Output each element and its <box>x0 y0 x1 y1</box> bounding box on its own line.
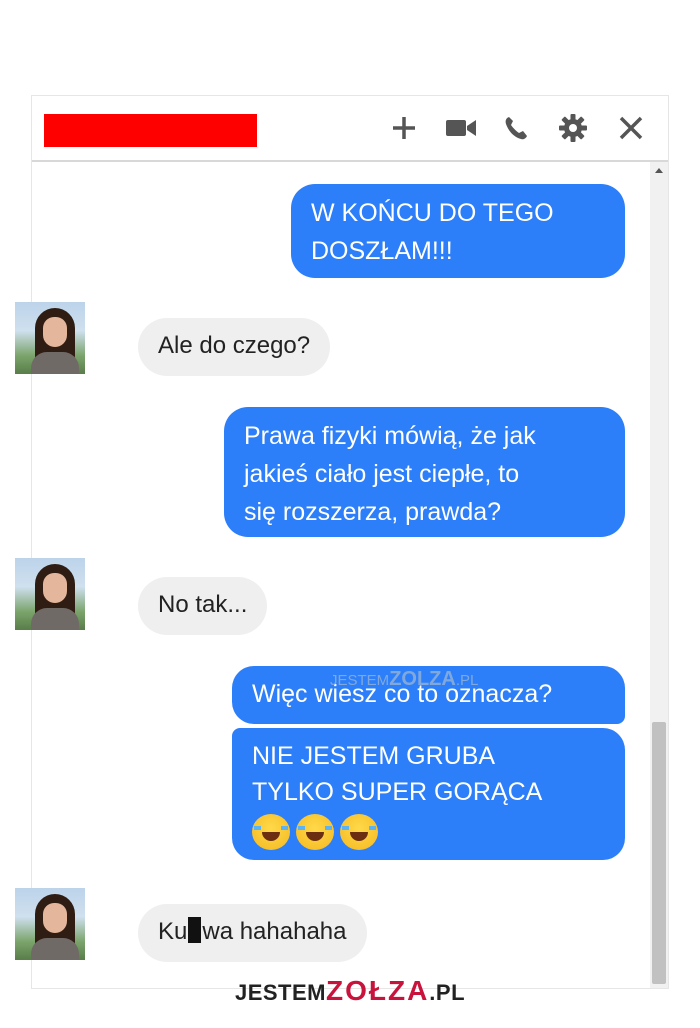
incoming-message: Ku wa hahahaha <box>138 904 367 962</box>
scrollbar-thumb[interactable] <box>652 722 666 984</box>
message-text: Ale do czego? <box>158 332 311 359</box>
outgoing-message: Prawa fizyki mówią, że jak jakieś ciało … <box>224 407 625 537</box>
message-line: się rozszerza, prawda? <box>244 498 502 526</box>
message-line: DOSZŁAM!!! <box>311 237 453 265</box>
scrollbar[interactable] <box>650 162 668 988</box>
laughing-tears-emoji-icon <box>252 814 290 850</box>
incoming-message: No tak... <box>138 577 268 635</box>
incoming-message: Ale do czego? <box>138 318 331 376</box>
close-icon[interactable] <box>614 113 648 143</box>
watermark: JESTEMZOLZA.PL <box>330 668 479 690</box>
message-text-start: Ku <box>158 918 188 945</box>
site-logo: JESTEMZOŁZA.PL <box>234 975 466 1006</box>
message-line: Prawa fizyki mówią, że jak <box>244 422 536 450</box>
video-call-icon[interactable] <box>444 113 478 143</box>
outgoing-message: W KOŃCU DO TEGO DOSZŁAM!!! <box>291 184 625 278</box>
censor-block <box>188 917 202 943</box>
laughing-tears-emoji-icon <box>296 814 334 850</box>
contact-name-redacted <box>44 114 257 147</box>
message-line: NIE JESTEM GRUBA <box>252 742 496 770</box>
contact-avatar[interactable] <box>15 558 85 630</box>
message-line: W KOŃCU DO TEGO <box>311 199 554 227</box>
phone-call-icon[interactable] <box>499 113 533 143</box>
laughing-tears-emoji-icon <box>340 814 378 850</box>
message-line: jakieś ciało jest ciepłe, to <box>244 460 520 488</box>
scroll-up-arrow-icon[interactable] <box>655 168 663 173</box>
message-text: No tak... <box>158 591 248 618</box>
settings-gear-icon[interactable] <box>556 113 590 143</box>
contact-avatar[interactable] <box>15 888 85 960</box>
emoji-row <box>252 814 605 850</box>
contact-avatar[interactable] <box>15 302 85 374</box>
outgoing-message: NIE JESTEM GRUBA TYLKO SUPER GORĄCA <box>232 728 625 860</box>
message-line: TYLKO SUPER GORĄCA <box>252 778 543 806</box>
message-text-end: wa hahahaha <box>202 918 347 945</box>
add-icon[interactable] <box>387 113 421 143</box>
chat-header <box>32 96 668 162</box>
